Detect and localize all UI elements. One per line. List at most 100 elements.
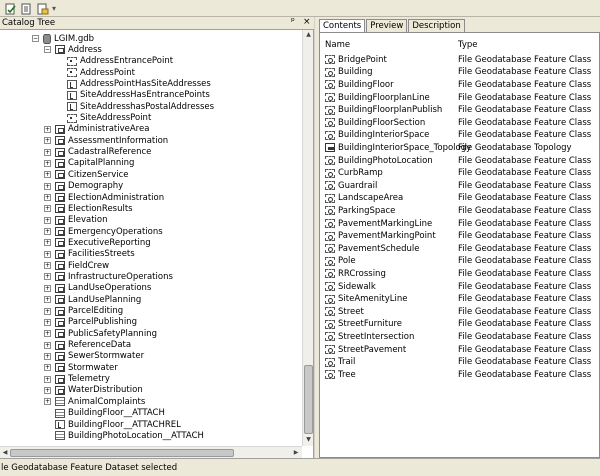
list-item[interactable]: StreetIntersection File Geodatabase Featu… [325, 331, 591, 343]
list-item[interactable]: StreetPavement File Geodatabase Feature C… [325, 344, 591, 356]
tree-item-dataset[interactable]: + WaterDistribution [44, 385, 143, 396]
expand-icon[interactable]: + [44, 239, 51, 247]
tree-item-feature-class[interactable]: SiteAddressPoint [56, 112, 151, 123]
list-item[interactable]: Guardrail File Geodatabase Feature Class [325, 180, 591, 192]
collapse-icon[interactable]: − [32, 35, 39, 43]
list-item[interactable]: BuildingFloorplanPublish File Geodatabase… [325, 104, 591, 116]
list-item[interactable]: Pole File Geodatabase Feature Class [325, 256, 591, 268]
tree-item-dataset[interactable]: + Telemetry [44, 374, 110, 385]
tree-item-dataset[interactable]: + ElectionResults [44, 203, 133, 214]
list-item[interactable]: BuildingInteriorSpace File Geodatabase Fe… [325, 130, 591, 142]
tree-item-dataset[interactable]: + Stormwater [44, 362, 118, 373]
expand-icon[interactable]: + [44, 262, 51, 270]
tree-item-feature-class[interactable]: SiteAddresshasPostalAddresses [56, 101, 214, 112]
list-item[interactable]: PavementMarkingPoint File Geodatabase Fea… [325, 230, 591, 242]
tree-item-dataset[interactable]: + ExecutiveReporting [44, 237, 151, 248]
metadata-validate-icon[interactable] [4, 2, 17, 15]
list-item[interactable]: SiteAmenityLine File Geodatabase Feature … [325, 293, 591, 305]
expand-icon[interactable]: + [44, 182, 51, 190]
expand-icon[interactable]: + [44, 250, 51, 258]
expand-icon[interactable]: + [44, 159, 51, 167]
tree-item-feature-class[interactable]: AddressPoint [56, 67, 135, 78]
scroll-up-icon[interactable]: ▲ [303, 30, 314, 40]
list-item[interactable]: PavementSchedule File Geodatabase Feature… [325, 243, 591, 255]
tree-item-dataset[interactable]: + CapitalPlanning [44, 158, 134, 169]
expand-icon[interactable]: + [44, 125, 51, 133]
list-item[interactable]: BuildingPhotoLocation File Geodatabase Fe… [325, 155, 591, 167]
tree-item-dataset[interactable]: + FieldCrew [44, 260, 109, 271]
close-icon[interactable]: × [303, 17, 311, 27]
tree-item-dataset[interactable]: + ParcelPublishing [44, 317, 137, 328]
tree-item-dataset[interactable]: + AdministrativeArea [44, 124, 149, 135]
list-item[interactable]: Tree File Geodatabase Feature Class [325, 369, 591, 381]
tree-item-dataset[interactable]: + Demography [44, 181, 123, 192]
expand-icon[interactable]: + [44, 205, 51, 213]
metadata-edit-icon[interactable] [20, 2, 33, 15]
tree-horizontal-scrollbar[interactable]: ◀ ▶ [0, 446, 302, 458]
tree-item-dataset[interactable]: + ElectionAdministration [44, 192, 164, 203]
expand-icon[interactable]: + [44, 307, 51, 315]
expand-icon[interactable]: + [44, 364, 51, 372]
list-item[interactable]: StreetFurniture File Geodatabase Feature … [325, 319, 591, 331]
tree-item-dataset[interactable]: + AssessmentInformation [44, 135, 168, 146]
expand-icon[interactable]: + [44, 341, 51, 349]
expand-icon[interactable]: + [44, 284, 51, 292]
expand-icon[interactable]: + [44, 330, 51, 338]
tree-item-dataset[interactable]: + InfrastructureOperations [44, 271, 173, 282]
list-item[interactable]: RRCrossing File Geodatabase Feature Class [325, 268, 591, 280]
list-item[interactable]: BuildingFloorplanLine File Geodatabase Fe… [325, 92, 591, 104]
column-header-name[interactable]: Name [325, 40, 350, 50]
tab-preview[interactable]: Preview [366, 19, 408, 32]
expand-icon[interactable]: + [44, 216, 51, 224]
expand-icon[interactable]: + [44, 398, 51, 406]
tree-item-dataset[interactable]: + ReferenceData [44, 339, 131, 350]
tree-item-feature-class[interactable]: AddressPointHasSiteAddresses [56, 78, 211, 89]
scroll-thumb[interactable] [304, 365, 313, 434]
expand-icon[interactable]: + [44, 375, 51, 383]
list-item[interactable]: Trail File Geodatabase Feature Class [325, 356, 591, 368]
expand-icon[interactable]: + [44, 386, 51, 394]
tree-item-dataset[interactable]: + Elevation [44, 215, 107, 226]
tree-item-dataset[interactable]: + EmergencyOperations [44, 226, 163, 237]
tree-item-table[interactable]: BuildingFloor__ATTACHREL [44, 419, 181, 430]
list-item[interactable]: ParkingSpace File Geodatabase Feature Cla… [325, 205, 591, 217]
expand-icon[interactable]: + [44, 273, 51, 281]
collapse-icon[interactable]: − [44, 46, 51, 54]
tree-item-feature-class[interactable]: AddressEntrancePoint [56, 56, 173, 67]
metadata-export-icon[interactable] [36, 2, 49, 15]
list-item[interactable]: BuildingInteriorSpace_Topology File Geoda… [325, 142, 572, 154]
list-item[interactable]: BuildingFloor File Geodatabase Feature Cl… [325, 79, 591, 91]
tree-item-feature-class[interactable]: SiteAddressHasEntrancePoints [56, 90, 210, 101]
scroll-down-icon[interactable]: ▼ [303, 435, 314, 445]
scroll-thumb[interactable] [10, 449, 234, 457]
list-item[interactable]: Sidewalk File Geodatabase Feature Class [325, 281, 591, 293]
expand-icon[interactable]: + [44, 352, 51, 360]
tree-item-dataset[interactable]: + LandUsePlanning [44, 294, 141, 305]
toolbar-overflow-icon[interactable]: ▾ [52, 4, 56, 13]
list-item[interactable]: Street File Geodatabase Feature Class [325, 306, 591, 318]
tree-item-dataset[interactable]: + LandUseOperations [44, 283, 151, 294]
list-item[interactable]: Building File Geodatabase Feature Class [325, 67, 591, 79]
expand-icon[interactable]: + [44, 318, 51, 326]
list-item[interactable]: BuildingFloorSection File Geodatabase Fea… [325, 117, 591, 129]
tree-item-dataset[interactable]: + FacilitiesStreets [44, 249, 135, 260]
pin-icon[interactable]: ᵖ [291, 17, 295, 27]
tree-item-table[interactable]: + AnimalComplaints [44, 396, 145, 407]
tree-item-dataset[interactable]: + PublicSafetyPlanning [44, 328, 157, 339]
expand-icon[interactable]: + [44, 171, 51, 179]
tab-contents[interactable]: Contents [319, 19, 366, 33]
tree-item-dataset[interactable]: + CadastralReference [44, 147, 151, 158]
expand-icon[interactable]: + [44, 296, 51, 304]
tree-item-gdb[interactable]: − LGIM.gdb [32, 33, 94, 44]
expand-icon[interactable]: + [44, 194, 51, 202]
tree-item-table[interactable]: BuildingFloor__ATTACH [44, 408, 165, 419]
tab-description[interactable]: Description [408, 19, 465, 32]
expand-icon[interactable]: + [44, 137, 51, 145]
expand-icon[interactable]: + [44, 228, 51, 236]
list-item[interactable]: BridgePoint File Geodatabase Feature Clas… [325, 54, 591, 66]
expand-icon[interactable]: + [44, 148, 51, 156]
list-item[interactable]: PavementMarkingLine File Geodatabase Feat… [325, 218, 591, 230]
tree-item-table[interactable]: BuildingPhotoLocation__ATTACH [44, 430, 204, 441]
tree-vertical-scrollbar[interactable]: ▲ ▼ [302, 30, 313, 446]
tree-item-dataset[interactable]: + ParcelEditing [44, 305, 123, 316]
